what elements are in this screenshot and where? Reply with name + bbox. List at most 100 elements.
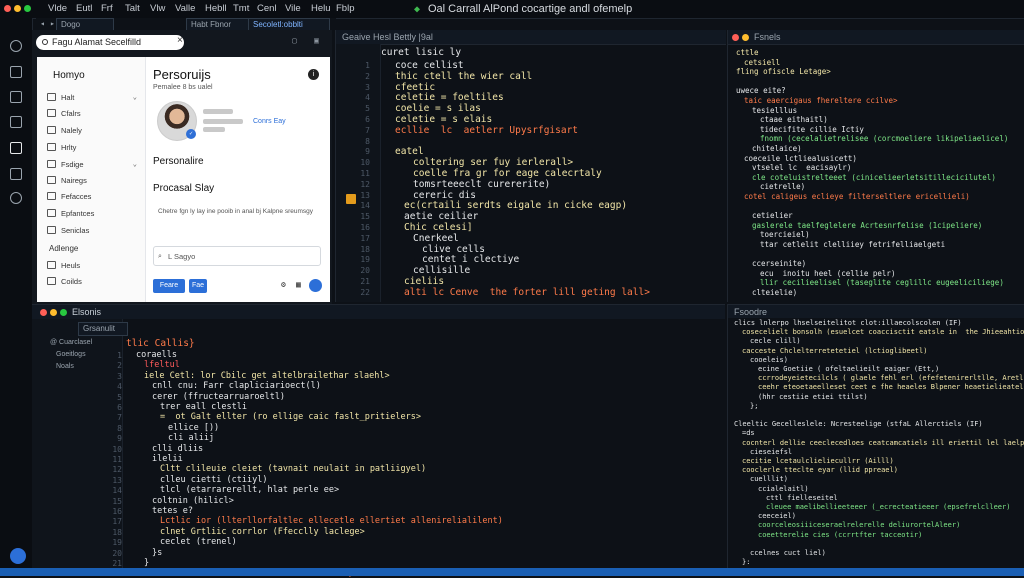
code-line[interactable]: tesielllus — [752, 106, 797, 115]
code-line[interactable]: cetsiell — [744, 58, 780, 67]
code-line[interactable]: cellisille — [413, 265, 470, 276]
sidebar-item[interactable]: Fsdige — [47, 160, 84, 169]
info-icon[interactable]: i — [308, 69, 319, 80]
code-line[interactable]: taic eaercigaus fhereltere ccilve> — [744, 96, 898, 105]
primary-button[interactable]: Feare — [153, 279, 185, 293]
minimize-window-icon[interactable] — [742, 34, 749, 41]
code-line[interactable]: toercieiel) — [760, 230, 810, 239]
menu-item[interactable]: Vlw — [150, 3, 165, 14]
code-line[interactable]: clnet Grtliic corrlor (Ffecclly laclege> — [160, 527, 365, 537]
code-line[interactable]: ecu inoitu heel (cellie pelr) — [760, 269, 895, 278]
code-line[interactable]: ceeceiel) — [758, 512, 796, 520]
code-line[interactable]: cieliis — [404, 276, 444, 287]
code-line[interactable]: thic ctell the wier call — [395, 71, 532, 82]
code-line[interactable]: clive cells — [422, 244, 485, 255]
user-icon[interactable] — [309, 279, 322, 292]
code-line[interactable]: cecle clill) — [750, 337, 801, 345]
code-line[interactable]: }; — [750, 402, 758, 410]
sidebar-item[interactable]: Cfalrs — [47, 109, 81, 118]
code-line[interactable]: }: — [742, 558, 750, 566]
code-line[interactable]: coeetterelie cies (ccrrtfter tacceotir) — [758, 531, 922, 539]
code-line[interactable]: Lctlic ior (llterllorfaltlec ellecetle e… — [160, 516, 503, 526]
editor-tab[interactable]: Geaive Hesl Bettly |9al — [342, 32, 433, 42]
code-line[interactable]: gaslerele taelfeglelere Acrtesnrfelise (… — [752, 221, 982, 230]
minimize-window-icon[interactable] — [14, 5, 21, 12]
close-window-icon[interactable] — [4, 5, 11, 12]
code-line[interactable]: iele Cetl: lor Cbilc get altelbrailethar… — [144, 371, 390, 381]
close-icon[interactable]: × — [177, 35, 183, 46]
menu-item[interactable]: Vile — [285, 3, 301, 14]
code-line[interactable]: ec(crtaili serdts eigale in cicke eagp) — [404, 200, 627, 211]
code-line[interactable]: vtselel lc eacisaylr) — [752, 163, 851, 172]
code-line[interactable]: curet lisic ly — [381, 47, 461, 58]
code-line[interactable]: cietrelle) — [760, 182, 805, 191]
code-line[interactable]: cetielier — [752, 211, 793, 220]
code-line[interactable]: tlcl (etarrarerellt, hlat perle ee> — [160, 485, 339, 495]
chevron-down-icon[interactable]: ⌄ — [133, 160, 137, 168]
code-line[interactable]: coce cellist — [395, 60, 464, 71]
forward-arrow-icon[interactable]: ▸ — [50, 19, 55, 28]
code-line[interactable]: cleuee maelibellieeteeer (_ecrecteatieee… — [766, 503, 1010, 511]
sidebar-item[interactable]: Coilds — [47, 277, 82, 286]
expand-icon[interactable]: ▣ — [314, 36, 319, 45]
menu-item[interactable]: Tmt — [233, 3, 249, 14]
sidebar-item[interactable]: Hrlty — [47, 143, 76, 152]
tree-item[interactable]: Noals — [56, 363, 74, 370]
code-line[interactable]: coltnin (hilicl> — [152, 496, 234, 506]
code-line[interactable]: llir cecilieelisel (taseglite ceglillc e… — [760, 278, 1004, 287]
split-icon[interactable]: ▢ — [292, 36, 297, 45]
code-line[interactable]: ilelii — [152, 454, 183, 464]
code-line[interactable]: Cnerkeel — [413, 233, 459, 244]
code-line[interactable]: centet i clectiye — [422, 254, 519, 265]
code-line[interactable]: coeceile lctliealusicett) — [744, 154, 857, 163]
gear-icon[interactable]: ⚙ — [281, 280, 286, 289]
code-line[interactable]: cooeleis) — [750, 356, 788, 364]
code-line[interactable]: coelle fra gr for eage calecrtaly — [413, 168, 602, 179]
sidebar-item[interactable]: Seniclas — [47, 226, 89, 235]
code-line[interactable]: cacceste Chclelterretetetiel (lctioglibe… — [742, 347, 927, 355]
code-line[interactable]: Cltt clileuie cleiet (tavnait neulait in… — [160, 464, 426, 474]
code-line[interactable]: ecllie lc aetlerr Upysrfgisart — [395, 125, 578, 136]
code-line[interactable]: cuelllit) — [750, 475, 788, 483]
code-line[interactable]: cieseiefsl — [750, 448, 792, 456]
code-line[interactable]: celetie = s elais — [395, 114, 492, 125]
menu-item[interactable]: Vlde — [48, 3, 67, 14]
code-line[interactable]: chitelaice) — [752, 144, 802, 153]
sidebar-item[interactable]: Halt — [47, 93, 74, 102]
code-line[interactable]: = ot Galt ellter (ro ellige caic faslt_p… — [160, 412, 421, 422]
code-line[interactable]: cle coteluistrelteeet (cinicelieerletsit… — [752, 173, 996, 182]
code-line[interactable]: coelie = s ilas — [395, 103, 481, 114]
code-line[interactable]: cecitie lcetaulclieliecullrr (Ailll) — [742, 457, 894, 465]
minimize-window-icon[interactable] — [50, 309, 57, 316]
gear-icon[interactable] — [10, 192, 22, 204]
menu-item[interactable]: Fblp — [336, 3, 354, 14]
code-line[interactable]: =ds — [742, 429, 755, 437]
code-line[interactable]: ctaae eithaitl) — [760, 115, 828, 124]
files-icon[interactable] — [10, 66, 22, 78]
grid-icon[interactable]: ▦ — [296, 280, 301, 289]
code-line[interactable]: clleu cietti (ctiiyl) — [160, 475, 267, 485]
sidebar-item[interactable]: Nalely — [47, 126, 82, 135]
sidebar-item[interactable]: Heuls — [47, 261, 80, 270]
code-line[interactable]: cooclerle tteclte eyar (llid ppreael) — [742, 466, 898, 474]
sidebar-item[interactable]: Nairegs — [47, 176, 87, 185]
code-line[interactable]: coraells — [136, 350, 177, 360]
close-window-icon[interactable] — [40, 309, 47, 316]
menu-item[interactable]: Hebll — [205, 3, 227, 14]
menu-item[interactable]: Valle — [175, 3, 195, 14]
code-line[interactable]: alti lc Cenve the forter lill geting lal… — [404, 287, 650, 298]
code-line[interactable]: cli aliij — [168, 433, 214, 443]
code-line[interactable]: cereric dis — [413, 190, 476, 201]
code-line[interactable]: uwece eite? — [736, 86, 786, 95]
code-line[interactable]: fling ofiscle Letage> — [736, 67, 831, 76]
code-line[interactable]: cnll cnu: Farr clapliciarioect(l) — [152, 381, 321, 391]
code-line[interactable]: celetie = foeltiles — [395, 92, 504, 103]
code-line[interactable]: clteielie) — [752, 288, 797, 297]
url-bar[interactable]: Fagu Alamat Secelfilld — [36, 35, 184, 50]
editor-tab[interactable]: Fsnels — [754, 32, 781, 42]
code-line[interactable]: ccrrodeyeietecilcls ( glaele fehl erl (e… — [758, 374, 1024, 382]
code-line[interactable]: Chic celesi] — [404, 222, 473, 233]
code-line[interactable]: trer eall clestli — [160, 402, 247, 412]
tree-item[interactable]: Goeitlogs — [56, 351, 86, 358]
list-icon[interactable] — [10, 116, 22, 128]
